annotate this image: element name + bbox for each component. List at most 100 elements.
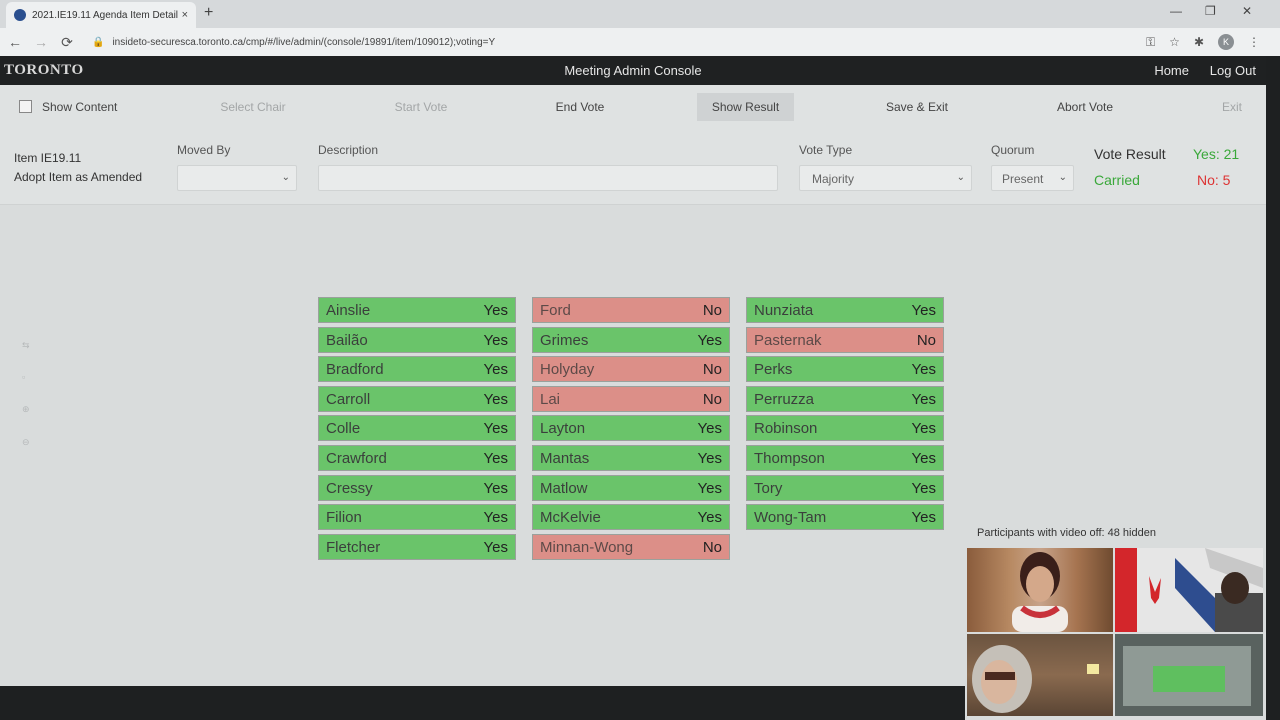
side-tool-icon[interactable]: ⇆	[22, 340, 30, 351]
description-input[interactable]	[318, 165, 778, 191]
zoom-out-icon[interactable]: ⊖	[22, 437, 30, 448]
vote-value: Yes	[911, 479, 936, 497]
vote-value: Yes	[483, 301, 508, 319]
window-edge	[1266, 56, 1280, 720]
minimize-icon[interactable]: —	[1170, 4, 1182, 18]
extensions-icon[interactable]: ✱	[1194, 35, 1204, 49]
councillor-name: Carroll	[326, 390, 371, 408]
vote-row-nunziata: Nunziata Yes	[746, 297, 944, 323]
save-exit-button[interactable]: Save & Exit	[864, 93, 970, 121]
profile-avatar[interactable]: K	[1218, 34, 1234, 50]
maximize-icon[interactable]: ❐	[1205, 4, 1216, 18]
councillor-name: Nunziata	[754, 301, 814, 319]
address-bar: ← → ⟳ 🔒 insideto-securesca.toronto.ca/cm…	[0, 28, 1280, 56]
councillor-name: Tory	[754, 479, 783, 497]
vote-toolbar: Show Content Select Chair Start Vote End…	[0, 85, 1266, 129]
key-icon[interactable]: ⚿	[1146, 35, 1155, 50]
abort-vote-button[interactable]: Abort Vote	[1032, 93, 1138, 121]
vote-row-minnan-wong: Minnan-Wong No	[532, 534, 730, 560]
vote-result-label: Vote Result	[1094, 146, 1166, 162]
close-window-icon[interactable]: ✕	[1242, 4, 1252, 18]
lock-icon[interactable]: 🔒	[92, 37, 104, 48]
vote-row-carroll: Carroll Yes	[318, 386, 516, 412]
vote-row-mantas: Mantas Yes	[532, 445, 730, 471]
url-field[interactable]: insideto-securesca.toronto.ca/cmp/#/live…	[112, 37, 495, 48]
councillor-name: McKelvie	[540, 508, 601, 526]
councillor-name: Filion	[326, 508, 362, 526]
participant-video-image	[972, 645, 1099, 713]
end-vote-button[interactable]: End Vote	[527, 93, 633, 121]
show-result-button[interactable]: Show Result	[697, 93, 794, 121]
vote-value: Yes	[697, 508, 722, 526]
vote-value: No	[702, 360, 722, 378]
vote-row-ford: Ford No	[532, 297, 730, 323]
home-link[interactable]: Home	[1154, 63, 1189, 78]
yes-count: Yes: 21	[1193, 146, 1240, 162]
side-tool-icon[interactable]: ▫	[22, 372, 25, 382]
vote-value: Yes	[697, 419, 722, 437]
councillor-name: Minnan-Wong	[540, 538, 634, 556]
vote-row-layton: Layton Yes	[532, 415, 730, 441]
show-content-checkbox[interactable]	[19, 100, 32, 113]
app-header: TORONTO Meeting Admin Console Home Log O…	[0, 56, 1266, 85]
forward-icon[interactable]: →	[30, 34, 52, 50]
vote-row-thompson: Thompson Yes	[746, 445, 944, 471]
vote-type-select[interactable]: Majority ⌄	[799, 165, 972, 191]
vote-row-robinson: Robinson Yes	[746, 415, 944, 441]
tab-close-icon[interactable]: ×	[182, 9, 188, 21]
logout-link[interactable]: Log Out	[1210, 63, 1256, 78]
back-icon[interactable]: ←	[4, 34, 26, 50]
vote-value: No	[702, 390, 722, 408]
favicon-icon	[14, 9, 26, 21]
councillor-name: Matlow	[540, 479, 588, 497]
vote-value: Yes	[483, 479, 508, 497]
vote-value: No	[916, 331, 936, 349]
councillor-name: Perks	[754, 360, 793, 378]
councillor-name: Grimes	[540, 331, 589, 349]
description-label: Description	[318, 143, 379, 157]
participant-video-tile[interactable]	[1115, 548, 1263, 632]
browser-menu-icon[interactable]: ⋮	[1248, 35, 1260, 49]
vote-row-colle: Colle Yes	[318, 415, 516, 441]
reload-icon[interactable]: ⟳	[56, 34, 78, 51]
vote-row-grimes: Grimes Yes	[532, 327, 730, 353]
vote-value: No	[702, 538, 722, 556]
vote-type-label: Vote Type	[799, 143, 853, 157]
councillor-name: Robinson	[754, 419, 818, 437]
moved-by-select[interactable]: ⌄	[177, 165, 297, 191]
councillor-name: Mantas	[540, 449, 590, 467]
browser-tab[interactable]: 2021.IE19.11 Agenda Item Detail ×	[6, 2, 196, 28]
vote-type-value: Majority	[812, 172, 855, 186]
participants-hidden-label: Participants with video off: 48 hidden	[977, 527, 1156, 539]
vote-row-perruzza: Perruzza Yes	[746, 386, 944, 412]
vote-value: Yes	[911, 449, 936, 467]
participant-video-tile[interactable]	[967, 634, 1113, 716]
participant-video-image	[1012, 552, 1068, 632]
vote-value: Yes	[483, 449, 508, 467]
bottom-bar	[0, 686, 965, 720]
new-tab-icon[interactable]: +	[204, 4, 213, 22]
vote-value: No	[702, 301, 722, 319]
tab-title: 2021.IE19.11 Agenda Item Detail	[32, 9, 179, 21]
participant-video-image	[1115, 634, 1263, 716]
chevron-down-icon: ⌄	[281, 172, 290, 183]
bookmark-star-icon[interactable]: ☆	[1169, 35, 1180, 49]
zoom-in-icon[interactable]: ⊕	[22, 404, 30, 415]
vote-row-bradford: Bradford Yes	[318, 356, 516, 382]
councillor-name: Bradford	[326, 360, 384, 378]
select-chair-button[interactable]: Select Chair	[200, 93, 306, 121]
chevron-down-icon: ⌄	[956, 172, 965, 183]
vote-value: Yes	[697, 479, 722, 497]
vote-row-matlow: Matlow Yes	[532, 475, 730, 501]
app-title: Meeting Admin Console	[564, 63, 702, 78]
moved-by-label: Moved By	[177, 143, 231, 157]
councillor-name: Holyday	[540, 360, 595, 378]
participant-video-tile[interactable]	[967, 548, 1113, 632]
exit-button[interactable]: Exit	[1210, 93, 1254, 121]
quorum-select[interactable]: Present ⌄	[991, 165, 1074, 191]
show-content-label[interactable]: Show Content	[42, 100, 117, 114]
start-vote-button[interactable]: Start Vote	[368, 93, 474, 121]
vote-value: Yes	[911, 301, 936, 319]
participant-video-tile[interactable]	[1115, 634, 1263, 716]
councillor-name: Wong-Tam	[754, 508, 827, 526]
